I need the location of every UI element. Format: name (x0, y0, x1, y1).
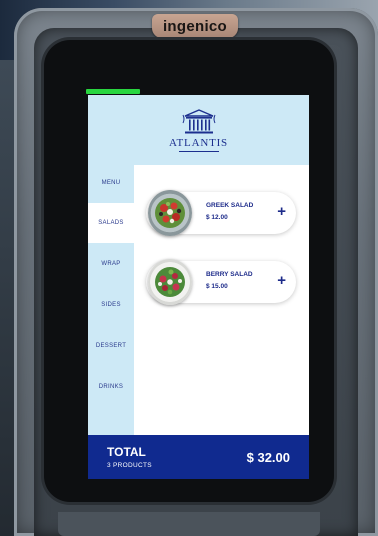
category-label: MENU (101, 180, 121, 186)
brand-name: ingenico (162, 17, 228, 35)
header: ATLANTIS (88, 95, 309, 165)
product-price: $ 15.00 (206, 283, 228, 290)
category-salads[interactable]: SALADS (88, 203, 134, 243)
product-count: 3 PRODUCTS (107, 462, 152, 469)
berry-salad-image (155, 267, 185, 297)
product-price: $ 12.00 (206, 214, 228, 221)
category-label: DESSERT (95, 343, 127, 349)
category-label: DRINKS (98, 384, 124, 390)
category-drinks[interactable]: DRINKS (88, 367, 134, 407)
logo-divider (178, 150, 219, 152)
product-card-berry-salad[interactable]: BERRY SALAD $ 15.00 + (146, 259, 296, 305)
temple-icon (182, 108, 215, 133)
product-card-greek-salad[interactable]: GREEK SALAD $ 12.00 + (146, 190, 296, 236)
category-sidebar: MENU SALADS WRAP SIDES DESSERT DRINKS (88, 165, 134, 435)
terminal-base (58, 512, 320, 536)
category-menu[interactable]: MENU (88, 163, 134, 203)
order-total-bar[interactable]: TOTAL 3 PRODUCTS $ 32.00 (88, 435, 309, 479)
greek-salad-image (155, 198, 185, 228)
total-label: TOTAL (107, 445, 146, 459)
total-amount: $ 32.00 (246, 450, 290, 465)
category-label: SALADS (98, 220, 124, 226)
category-sides[interactable]: SIDES (88, 285, 134, 325)
product-name: GREEK SALAD (206, 202, 254, 209)
category-wrap[interactable]: WRAP (88, 244, 134, 284)
status-led (86, 89, 140, 94)
category-label: WRAP (101, 261, 121, 267)
logo-name: ATLANTIS (169, 136, 228, 149)
brand-plate: ingenico (152, 14, 238, 38)
salad-image (148, 259, 192, 305)
category-label: SIDES (101, 302, 121, 308)
add-to-cart-button[interactable]: + (277, 203, 286, 221)
product-name: BERRY SALAD (206, 271, 253, 278)
category-dessert[interactable]: DESSERT (88, 326, 134, 366)
salad-image (148, 190, 192, 236)
add-to-cart-button[interactable]: + (277, 272, 286, 290)
kiosk-screen: ATLANTIS MENU SALADS WRAP SIDES DESSERT … (88, 95, 309, 479)
